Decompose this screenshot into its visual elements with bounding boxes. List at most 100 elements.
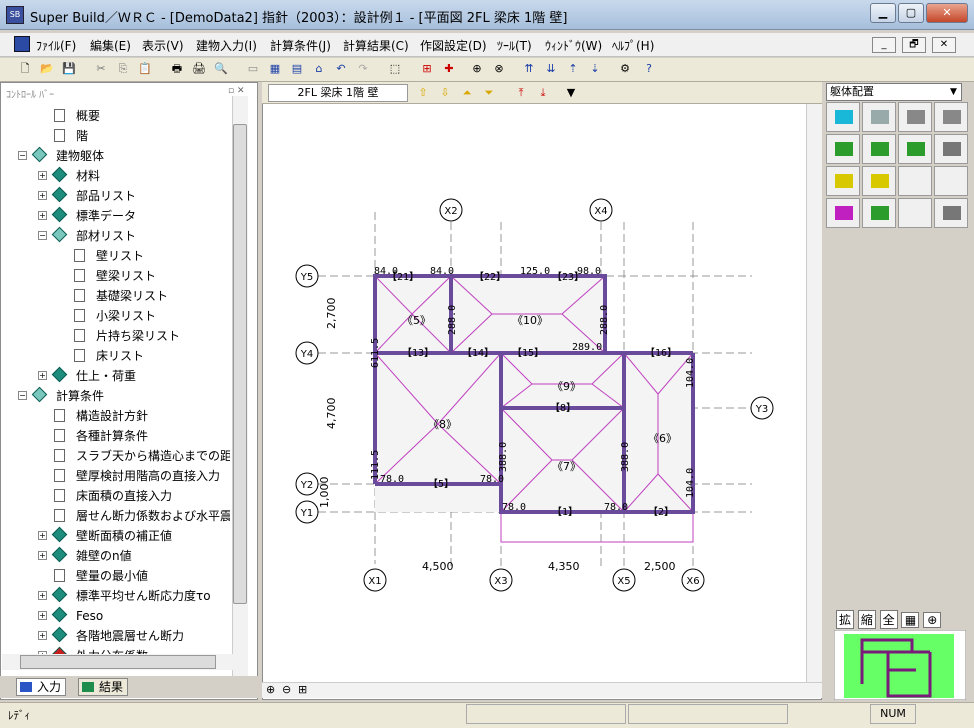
expand-icon[interactable]: + [38,631,47,640]
tree-item[interactable]: 小梁リスト [16,306,230,326]
mini-fit-all-button[interactable]: 全 [879,610,898,629]
app-logo-icon[interactable]: SB [6,6,24,24]
tree-item[interactable]: 床面積の直接入力 [16,486,230,506]
image-icon[interactable]: ▭ [244,60,262,78]
copy-icon[interactable]: ⎘ [114,60,132,78]
tree-item[interactable]: − 建物躯体 [16,146,230,166]
help-icon[interactable]: ? [640,60,658,78]
menu-calc-results[interactable]: 計算結果(C) [343,37,409,54]
tree-item[interactable]: 壁厚検討用階高の直接入力 [16,466,230,486]
zoom-fit-icon[interactable]: ⊞ [298,683,307,696]
palette-button[interactable] [862,102,896,132]
print-setup-icon[interactable]: 🖶 [168,60,186,78]
panel-close-icon[interactable]: ▫ ✕ [228,86,252,96]
select-area-icon[interactable]: ⬚ [386,60,404,78]
arrow-down-icon[interactable]: ⇩ [436,84,454,102]
tree-item[interactable]: 構造設計方針 [16,406,230,426]
undo-icon[interactable]: ↶ [332,60,350,78]
palette-button[interactable] [898,198,932,228]
maximize-button[interactable]: ▢ [898,3,924,23]
bottom-floor-icon[interactable]: ⤓ [534,84,552,102]
top-floor-icon[interactable]: ⤒ [512,84,530,102]
tree-scroll-thumb[interactable] [233,124,247,604]
tree-item[interactable]: 基礎梁リスト [16,286,230,306]
palette-button[interactable] [934,166,968,196]
minimize-button[interactable]: ▁ [870,3,896,23]
double-up-icon[interactable]: ⏶ [458,84,476,102]
elevation-icon[interactable]: ▤ [288,60,306,78]
drawing-vertical-scrollbar[interactable] [806,104,822,682]
collapse-icon[interactable]: − [18,151,27,160]
menu-building-input[interactable]: 建物入力(I) [196,37,257,54]
menu-file[interactable]: ﾌｧｲﾙ(F) [36,37,76,54]
collapse-icon[interactable]: − [38,231,47,240]
paste-icon[interactable]: 📋 [136,60,154,78]
menu-tools[interactable]: ﾂｰﾙ(T) [497,37,532,54]
mdi-restore-button[interactable]: 🗗 [902,37,926,53]
palette-button[interactable] [862,134,896,164]
print-preview-icon[interactable]: 🔍 [212,60,230,78]
palette-button[interactable] [934,134,968,164]
open-folder-icon[interactable]: 📂 [38,60,56,78]
floor-up-icon[interactable]: ⇡ [564,60,582,78]
tree-item[interactable]: + 各階地震層せん断力 [16,626,230,646]
arrow-up-icon[interactable]: ⇧ [414,84,432,102]
tree-item[interactable]: + 壁断面積の補正値 [16,526,230,546]
menu-help[interactable]: ﾍﾙﾌﾟ(H) [612,37,654,54]
mdi-doc-icon[interactable] [14,36,30,52]
palette-button[interactable] [934,198,968,228]
tree-item[interactable]: − 部材リスト [16,226,230,246]
mdi-close-button[interactable]: ✕ [932,37,956,53]
expand-icon[interactable]: + [38,211,47,220]
tree-item[interactable]: + 雑壁のn値 [16,546,230,566]
tree-item[interactable]: + 標準データ [16,206,230,226]
menu-drawing-settings[interactable]: 作図設定(D) [420,37,487,54]
palette-button[interactable] [862,166,896,196]
collapse-icon[interactable]: − [18,391,27,400]
tree-item[interactable]: 階 [16,126,230,146]
palette-button[interactable] [826,102,860,132]
new-file-icon[interactable]: 🗋 [16,60,34,78]
zoom-out-icon[interactable]: ⊖ [282,683,291,696]
palette-button[interactable] [826,166,860,196]
grid-toggle-icon[interactable]: ⊕ [468,60,486,78]
mdi-minimize-button[interactable]: _ [872,37,896,53]
palette-button[interactable] [898,134,932,164]
expand-icon[interactable]: + [38,171,47,180]
palette-button[interactable] [934,102,968,132]
tree-item[interactable]: + Feso [16,606,230,626]
drawing-horizontal-scrollbar[interactable] [262,682,822,698]
settings-icon[interactable]: ⚙ [616,60,634,78]
tree-item[interactable]: − 計算条件 [16,386,230,406]
palette-button[interactable] [862,198,896,228]
menu-edit[interactable]: 編集(E) [90,37,131,54]
tree-hscroll-thumb[interactable] [20,655,216,669]
3d-view-icon[interactable]: ⌂ [310,60,328,78]
palette-button[interactable] [898,102,932,132]
tree-item[interactable]: 片持ち梁リスト [16,326,230,346]
tree-item[interactable]: 壁量の最小値 [16,566,230,586]
zoom-in-icon[interactable]: ⊕ [266,683,275,696]
tree-item[interactable]: 各種計算条件 [16,426,230,446]
view-selector[interactable]: 2FL 梁床 1階 壁 [268,84,408,102]
redo-icon[interactable]: ↷ [354,60,372,78]
expand-icon[interactable]: + [38,551,47,560]
snap-icon[interactable]: ⊗ [490,60,508,78]
expand-icon[interactable]: + [38,531,47,540]
expand-icon[interactable]: + [38,191,47,200]
tree-item[interactable]: 概要 [16,106,230,126]
mini-zoom-out-button[interactable]: 縮 [857,610,876,629]
mini-zoom-in-button[interactable]: 拡 [836,610,854,629]
mini-grid-button[interactable]: ▦ [901,612,920,628]
mini-center-button[interactable]: ⊕ [923,612,942,628]
save-icon[interactable]: 💾 [60,60,78,78]
expand-icon[interactable]: + [38,591,47,600]
chevron-down-icon[interactable]: ▼ [950,84,962,100]
tree-item[interactable]: スラブ天から構造心までの距 [16,446,230,466]
double-down-icon[interactable]: ⏷ [480,84,498,102]
floor-plan-canvas[interactable]: 84.0 84.0 125.0 98.0 288.0 288.0 289.0 6… [262,104,822,682]
tree-item[interactable]: + 部品リスト [16,186,230,206]
add-node-icon[interactable]: ⊞ [418,60,436,78]
mini-map[interactable] [834,630,966,700]
cut-icon[interactable]: ✂ [92,60,110,78]
